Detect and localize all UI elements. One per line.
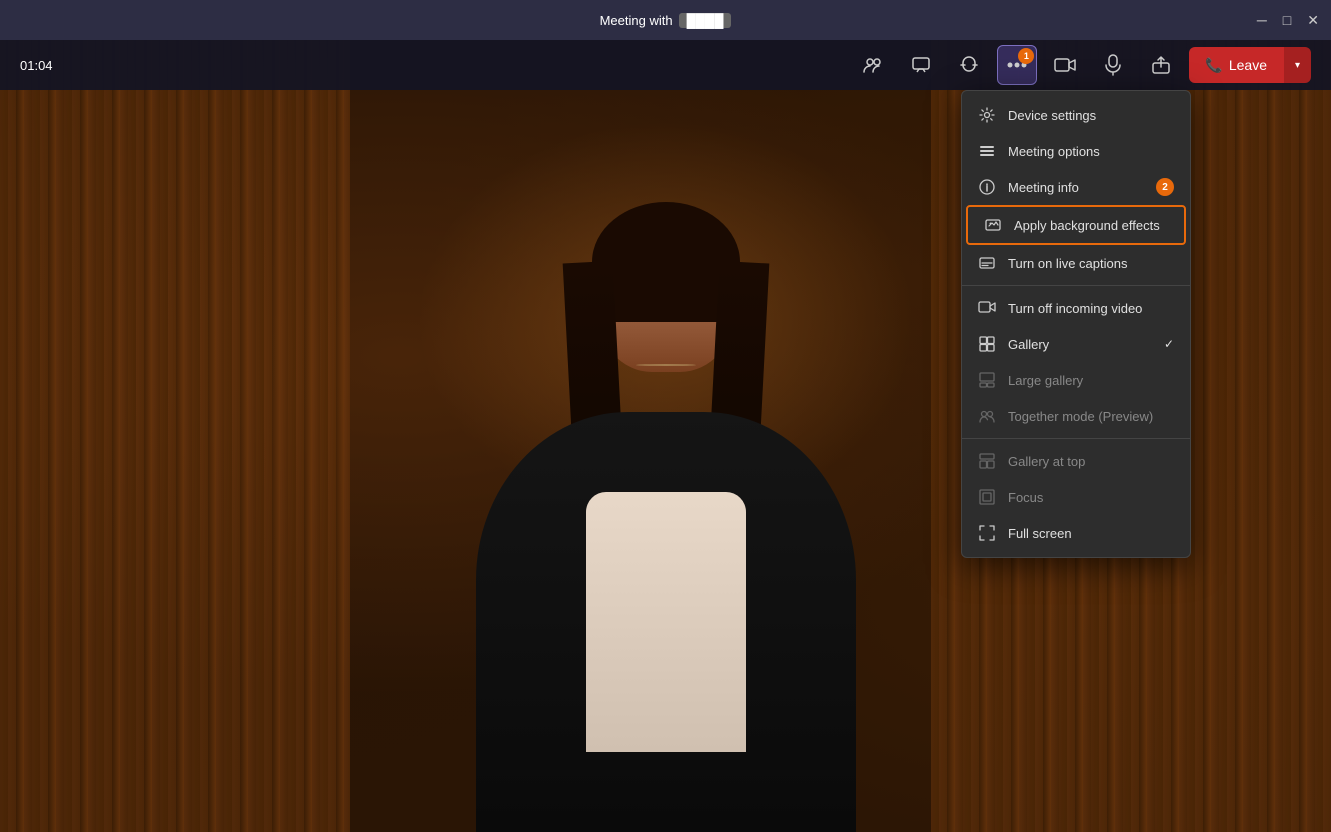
large-gallery-icon	[978, 371, 996, 389]
leave-button[interactable]: 📞 Leave	[1189, 47, 1283, 83]
turn-off-video-label: Turn off incoming video	[1008, 301, 1142, 316]
menu-divider-2	[962, 438, 1190, 439]
meeting-info-label: Meeting info	[1008, 180, 1079, 195]
menu-item-live-captions[interactable]: Turn on live captions	[962, 245, 1190, 281]
together-mode-label: Together mode (Preview)	[1008, 409, 1153, 424]
gallery-top-icon	[978, 452, 996, 470]
menu-item-together-mode: Together mode (Preview)	[962, 398, 1190, 434]
meeting-title: Meeting with	[600, 13, 673, 28]
maximize-button[interactable]: □	[1283, 12, 1291, 28]
device-settings-label: Device settings	[1008, 108, 1096, 123]
mic-button[interactable]	[1093, 45, 1133, 85]
leave-label: Leave	[1229, 57, 1267, 73]
toolbar-actions: 1 📞 Leave ▾	[853, 45, 1311, 85]
focus-label: Focus	[1008, 490, 1043, 505]
meeting-toolbar: 01:04	[0, 40, 1331, 90]
live-captions-icon	[978, 254, 996, 272]
window-controls[interactable]: ─ □ ✕	[1257, 0, 1319, 40]
chat-icon	[911, 55, 931, 75]
minimize-button[interactable]: ─	[1257, 12, 1267, 28]
together-mode-icon	[978, 407, 996, 425]
menu-divider-1	[962, 285, 1190, 286]
phone-icon: 📞	[1205, 57, 1222, 74]
menu-item-turn-off-video[interactable]: Turn off incoming video	[962, 290, 1190, 326]
chat-button[interactable]	[901, 45, 941, 85]
apply-background-icon	[984, 216, 1002, 234]
participant-video	[426, 182, 906, 832]
leave-button-group: 📞 Leave ▾	[1189, 47, 1311, 83]
menu-item-apply-background[interactable]: Apply background effects	[966, 205, 1186, 245]
menu-item-device-settings[interactable]: Device settings	[962, 97, 1190, 133]
menu-item-gallery-top: Gallery at top	[962, 443, 1190, 479]
more-dropdown-menu: Device settings Meeting options Meeting …	[961, 90, 1191, 558]
close-button[interactable]: ✕	[1307, 12, 1319, 29]
live-captions-label: Turn on live captions	[1008, 256, 1127, 271]
large-gallery-label: Large gallery	[1008, 373, 1083, 388]
participants-button[interactable]	[853, 45, 893, 85]
mic-icon	[1105, 54, 1121, 76]
menu-item-meeting-options[interactable]: Meeting options	[962, 133, 1190, 169]
menu-item-full-screen[interactable]: Full screen	[962, 515, 1190, 551]
camera-icon	[1054, 57, 1076, 73]
more-button[interactable]: 1	[997, 45, 1037, 85]
meeting-info-icon	[978, 178, 996, 196]
focus-icon	[978, 488, 996, 506]
more-badge: 1	[1018, 48, 1034, 64]
title-bar: Meeting with ████ ─ □ ✕	[0, 0, 1331, 40]
apply-background-label: Apply background effects	[1014, 218, 1160, 233]
share-icon	[1151, 55, 1171, 75]
react-icon	[959, 55, 979, 75]
menu-item-gallery[interactable]: Gallery ✓	[962, 326, 1190, 362]
gallery-label: Gallery	[1008, 337, 1049, 352]
react-button[interactable]	[949, 45, 989, 85]
camera-button[interactable]	[1045, 45, 1085, 85]
participants-icon	[863, 55, 883, 75]
title-blur: ████	[679, 13, 732, 28]
turn-off-video-icon	[978, 299, 996, 317]
meeting-options-label: Meeting options	[1008, 144, 1100, 159]
full-screen-icon	[978, 524, 996, 542]
bookshelf-left	[0, 40, 350, 832]
gallery-icon	[978, 335, 996, 353]
menu-item-meeting-info[interactable]: Meeting info 2	[962, 169, 1190, 205]
meeting-options-icon	[978, 142, 996, 160]
gallery-check: ✓	[1164, 337, 1174, 351]
device-settings-icon	[978, 106, 996, 124]
meeting-info-badge: 2	[1156, 178, 1174, 196]
meeting-timer: 01:04	[20, 58, 53, 73]
gallery-top-label: Gallery at top	[1008, 454, 1085, 469]
full-screen-label: Full screen	[1008, 526, 1072, 541]
menu-item-focus: Focus	[962, 479, 1190, 515]
leave-chevron-button[interactable]: ▾	[1283, 47, 1311, 83]
share-button[interactable]	[1141, 45, 1181, 85]
menu-item-large-gallery: Large gallery	[962, 362, 1190, 398]
